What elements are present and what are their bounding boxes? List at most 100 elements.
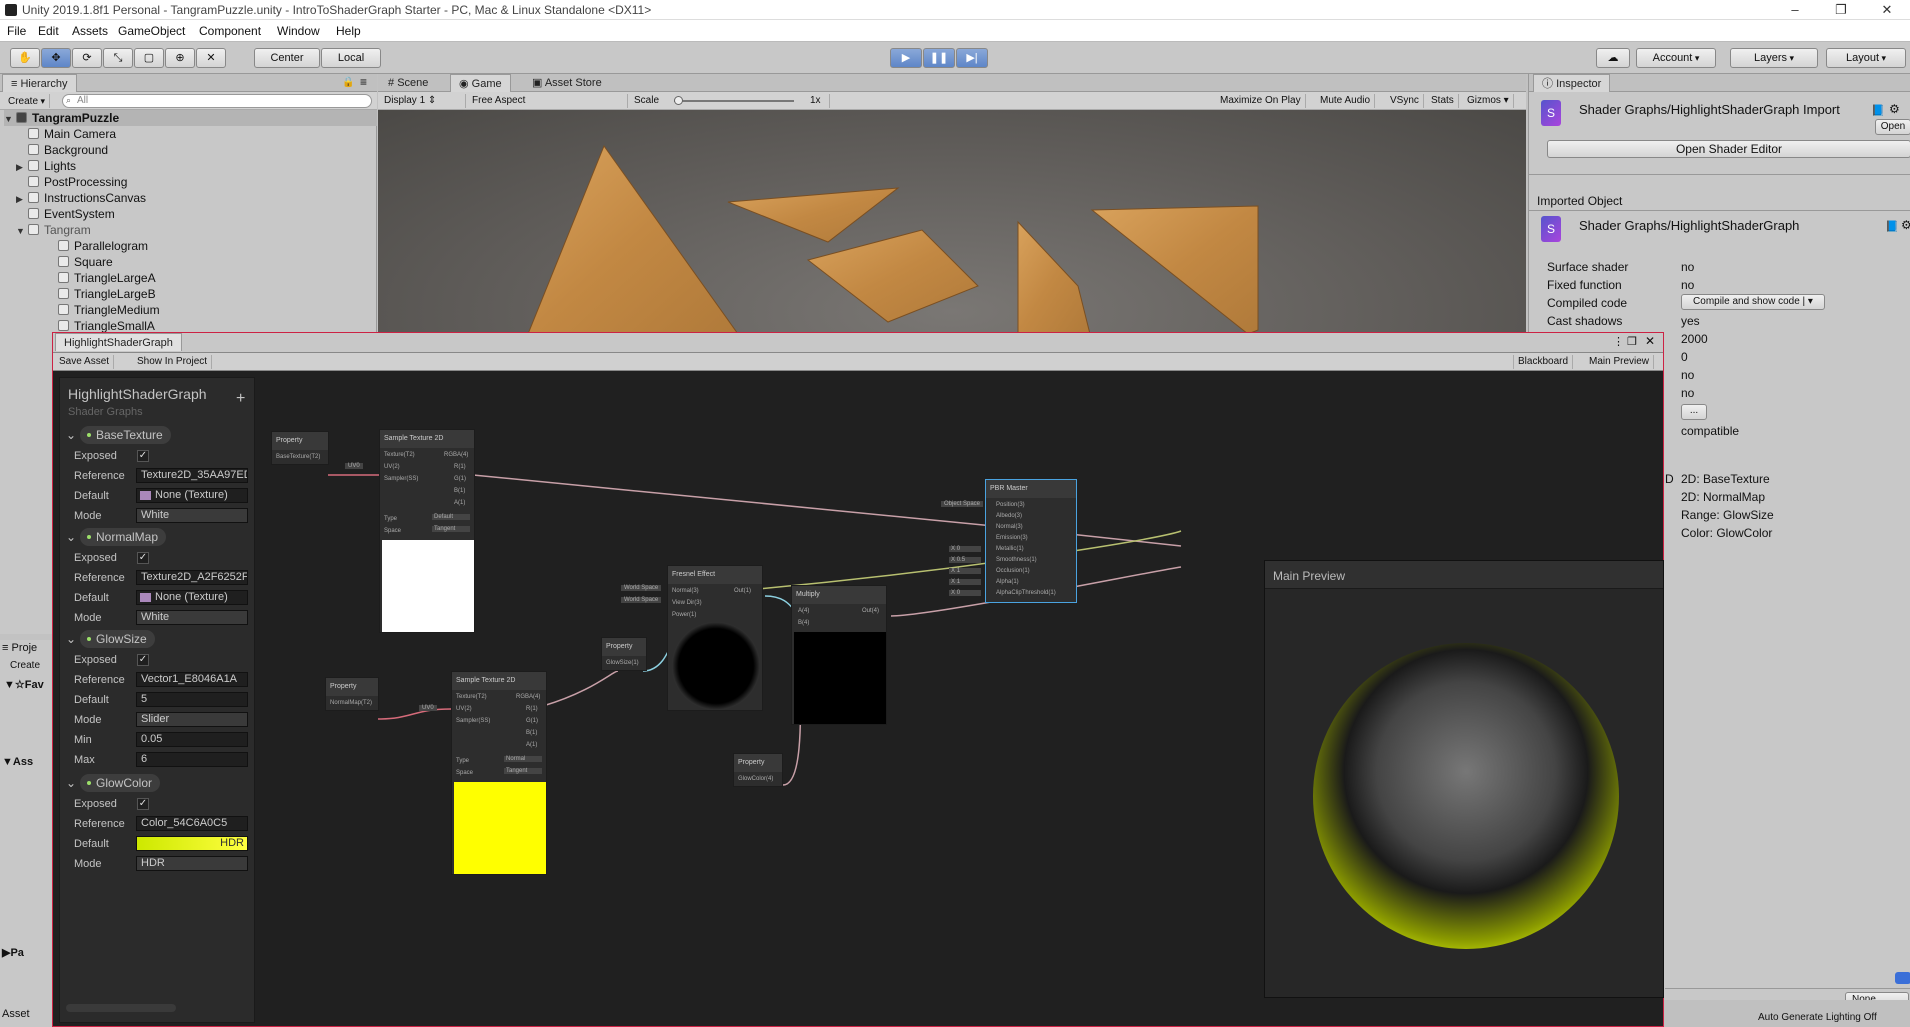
menu-file[interactable]: File — [7, 24, 26, 38]
custom-tool-icon[interactable]: ✕ — [196, 48, 226, 68]
alpha-field[interactable]: X 1 — [949, 579, 981, 585]
scale-thumb[interactable] — [674, 96, 683, 105]
property-node-normalmap[interactable]: Property NormalMap(T2) — [325, 677, 379, 711]
hierarchy-item[interactable]: PostProcessing — [28, 174, 127, 190]
hierarchy-item[interactable]: ▼ Tangram — [16, 222, 91, 238]
mode-dropdown[interactable]: White — [136, 610, 248, 625]
output-port[interactable]: G(1) — [526, 718, 538, 724]
mode-dropdown[interactable]: Slider — [136, 712, 248, 727]
metallic-field[interactable]: X 0 — [949, 546, 981, 552]
assets-item[interactable]: ▼Ass — [2, 756, 33, 768]
default-texture-field[interactable]: None (Texture) — [136, 590, 248, 605]
game-viewport[interactable] — [378, 110, 1526, 334]
hierarchy-item[interactable]: Parallelogram — [58, 238, 148, 254]
create-dropdown[interactable]: Create — [4, 94, 51, 108]
collapse-arrow-icon[interactable]: ⌄ — [66, 776, 76, 790]
transform-tool-icon[interactable]: ⊕ — [165, 48, 195, 68]
input-port[interactable]: AlphaClipThreshold(1) — [996, 590, 1056, 596]
vsync-button[interactable]: VSync — [1386, 94, 1424, 108]
maximize-icon[interactable]: ❐ — [1627, 335, 1637, 348]
hierarchy-item[interactable]: TriangleLargeB — [58, 286, 156, 302]
pivot-center-button[interactable]: Center — [254, 48, 320, 68]
collapse-arrow-icon[interactable]: ▶ — [16, 159, 28, 175]
hierarchy-item[interactable]: TriangleMedium — [58, 302, 160, 318]
exposed-checkbox[interactable]: ✓ — [137, 450, 149, 462]
pause-icon[interactable]: ❚❚ — [923, 48, 955, 68]
port-label[interactable]: NormalMap(T2) — [330, 700, 372, 706]
output-port[interactable]: A(1) — [526, 742, 537, 748]
project-create-button[interactable]: Create — [10, 660, 40, 671]
hierarchy-item[interactable]: Background — [28, 142, 108, 158]
mode-dropdown[interactable]: White — [136, 508, 248, 523]
input-port[interactable]: Normal(3) — [672, 588, 699, 594]
occlusion-field[interactable]: X 1 — [949, 568, 981, 574]
menu-gameobject[interactable]: GameObject — [118, 24, 185, 38]
tab-project[interactable]: ≡ Proje — [2, 642, 37, 654]
input-port[interactable]: UV(2) — [384, 464, 400, 470]
packages-item[interactable]: ▶Pa — [2, 946, 24, 959]
type-dropdown[interactable]: Default — [432, 514, 470, 520]
asset-bundle-icon[interactable] — [1895, 972, 1910, 984]
reference-field[interactable]: Color_54C6A0C5 — [136, 816, 248, 831]
multiply-node[interactable]: Multiply A(4) B(4) Out(4) — [791, 585, 887, 725]
show-in-project-button[interactable]: Show In Project — [133, 355, 213, 369]
main-preview-panel[interactable]: Main Preview — [1264, 560, 1664, 998]
fresnel-node[interactable]: Fresnel Effect Normal(3) View Dir(3) Pow… — [667, 565, 763, 711]
collapse-arrow-icon[interactable]: ⌄ — [66, 632, 76, 646]
input-port[interactable]: Occlusion(1) — [996, 568, 1030, 574]
space-dropdown[interactable]: Tangent — [504, 768, 542, 774]
property-pill-basetexture[interactable]: BaseTexture — [80, 426, 171, 444]
view-space-field[interactable]: World Space — [621, 597, 662, 603]
output-port[interactable]: RGBA(4) — [444, 452, 468, 458]
uv-channel-field[interactable]: UV0 — [345, 463, 363, 469]
property-node-glowcolor[interactable]: Property GlowColor(4) — [733, 753, 783, 787]
compile-show-code-button[interactable]: Compile and show code | ▾ — [1681, 294, 1825, 310]
blackboard-scrollbar[interactable] — [66, 1004, 176, 1012]
output-port[interactable]: Out(1) — [734, 588, 751, 594]
layout-dropdown[interactable]: Layout — [1826, 48, 1906, 68]
input-port[interactable]: B(4) — [798, 620, 809, 626]
rotate-tool-icon[interactable]: ⟳ — [72, 48, 102, 68]
port-label[interactable]: GlowSize(1) — [606, 660, 639, 666]
input-port[interactable]: Texture(T2) — [456, 694, 487, 700]
open-shader-editor-button[interactable]: Open Shader Editor — [1547, 140, 1910, 158]
menu-edit[interactable]: Edit — [38, 24, 59, 38]
hierarchy-item[interactable]: EventSystem — [28, 206, 115, 222]
output-port[interactable]: G(1) — [454, 476, 466, 482]
lock-icon[interactable]: 🔒 — [342, 77, 354, 88]
hierarchy-search-input[interactable]: All — [62, 94, 372, 108]
tab-game[interactable]: ◉ Game — [450, 74, 511, 92]
help-icon[interactable]: 📘 — [1871, 104, 1885, 117]
sample-texture-node-1[interactable]: Sample Texture 2D Texture(T2) UV(2) Samp… — [379, 429, 475, 633]
reference-field[interactable]: Vector1_E8046A1A — [136, 672, 248, 687]
layers-dropdown[interactable]: Layers — [1730, 48, 1818, 68]
output-port[interactable]: B(1) — [526, 730, 537, 736]
expand-arrow-icon[interactable]: ▼ — [16, 223, 28, 239]
collapse-arrow-icon[interactable]: ▶ — [16, 191, 28, 207]
menu-icon[interactable]: ⋮ — [1613, 335, 1624, 348]
exposed-checkbox[interactable]: ✓ — [137, 798, 149, 810]
input-port[interactable]: View Dir(3) — [672, 600, 702, 606]
reference-field[interactable]: Texture2D_A2F6252F — [136, 570, 248, 585]
input-port[interactable]: A(4) — [798, 608, 809, 614]
exposed-checkbox[interactable]: ✓ — [137, 654, 149, 666]
hand-tool-icon[interactable]: ✋ — [10, 48, 40, 68]
maximize-on-play-button[interactable]: Maximize On Play — [1216, 94, 1306, 108]
expand-arrow-icon[interactable]: ▼ — [4, 111, 16, 127]
type-dropdown[interactable]: Normal — [504, 756, 542, 762]
minimize-icon[interactable]: – — [1772, 0, 1818, 20]
menu-assets[interactable]: Assets — [72, 24, 108, 38]
play-icon[interactable]: ▶ — [890, 48, 922, 68]
object-space-field[interactable]: Object Space — [941, 501, 984, 507]
reference-field[interactable]: Texture2D_35AA97ED — [136, 468, 248, 483]
collapse-arrow-icon[interactable]: ⌄ — [66, 428, 76, 442]
output-port[interactable]: R(1) — [526, 706, 538, 712]
smoothness-field[interactable]: X 0.5 — [949, 557, 981, 563]
input-port[interactable]: Smoothness(1) — [996, 557, 1037, 563]
clip-threshold-field[interactable]: X 0 — [949, 590, 981, 596]
stats-button[interactable]: Stats — [1427, 94, 1459, 108]
settings-gear-icon[interactable]: ⚙ — [1901, 218, 1910, 232]
keywords-button[interactable]: ... — [1681, 404, 1707, 420]
default-texture-field[interactable]: None (Texture) — [136, 488, 248, 503]
input-port[interactable]: Position(3) — [996, 502, 1025, 508]
